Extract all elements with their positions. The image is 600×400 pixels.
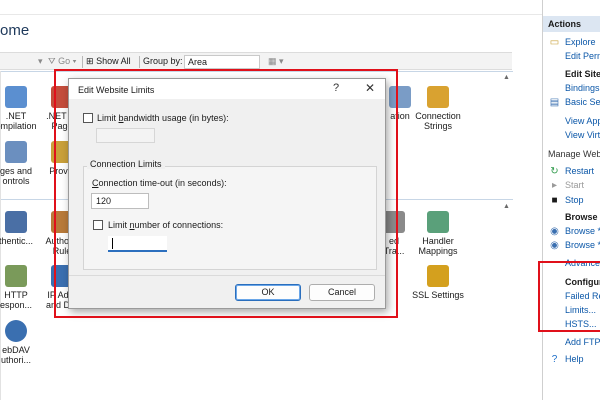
restart-link[interactable]: Restart bbox=[565, 166, 594, 176]
manage-website-header: Manage Webs bbox=[548, 149, 600, 159]
bindings-link[interactable]: Bindings... bbox=[565, 83, 600, 93]
explore-link[interactable]: Explore bbox=[565, 37, 596, 47]
browse-link-1[interactable]: Browse *: bbox=[565, 226, 600, 236]
edit-site-header: Edit Site bbox=[565, 69, 600, 79]
browse-link-2[interactable]: Browse *: bbox=[565, 240, 600, 250]
view-applications-link[interactable]: View App bbox=[565, 116, 600, 126]
actions-header: Actions bbox=[543, 16, 600, 32]
http-response-icon bbox=[5, 265, 27, 287]
feature-tile[interactable]: Handler Mappings bbox=[410, 211, 466, 256]
toolbar-divider bbox=[139, 56, 140, 68]
group-by-label: Group by: bbox=[143, 56, 183, 66]
page-title: ome bbox=[0, 22, 30, 39]
configure-highlight-box bbox=[538, 261, 600, 332]
group-by-select[interactable]: Area bbox=[184, 55, 260, 69]
dialog-highlight-box bbox=[54, 69, 398, 318]
add-ftp-publishing-link[interactable]: Add FTP P bbox=[565, 337, 600, 347]
start-icon: ▸ bbox=[551, 180, 558, 191]
feature-label: Connection Strings bbox=[415, 111, 461, 131]
help-link[interactable]: Help bbox=[565, 354, 584, 364]
collapse-arrow-icon[interactable]: ▲ bbox=[503, 203, 511, 211]
go-dropdown-icon: ▾ bbox=[70, 56, 77, 66]
start-link[interactable]: Start bbox=[565, 180, 584, 190]
show-all-label: Show All bbox=[96, 56, 131, 66]
edit-permissions-link[interactable]: Edit Perm bbox=[565, 51, 600, 61]
handler-mappings-icon bbox=[427, 211, 449, 233]
feature-label: SSL Settings bbox=[412, 290, 464, 300]
feature-label: ebDAV uthori... bbox=[0, 345, 31, 365]
restart-icon: ↻ bbox=[550, 166, 559, 177]
ssl-lock-icon bbox=[427, 265, 449, 287]
pages-controls-icon bbox=[5, 141, 27, 163]
compilation-icon bbox=[5, 86, 27, 108]
actions-pane: Actions ▭ Explore Edit Perm Edit Site Bi… bbox=[542, 0, 600, 400]
folder-icon: ▭ bbox=[549, 37, 560, 48]
stop-icon: ■ bbox=[551, 195, 558, 206]
view-virtual-dirs-link[interactable]: View Virtu bbox=[565, 130, 600, 140]
database-icon bbox=[427, 86, 449, 108]
stop-link[interactable]: Stop bbox=[565, 195, 584, 205]
go-label: Go bbox=[58, 56, 71, 66]
view-mode-icon[interactable]: ▦ ▾ bbox=[268, 56, 284, 67]
feature-label: Handler Mappings bbox=[418, 236, 458, 256]
browse-icon: ◉ bbox=[550, 226, 559, 237]
go-button[interactable]: ⛛ Go ▾ bbox=[48, 56, 76, 67]
show-all-icon: ⊞ bbox=[86, 56, 94, 66]
feature-tile[interactable]: Connection Strings bbox=[410, 86, 466, 131]
webdav-icon bbox=[5, 320, 27, 342]
toolbar-divider bbox=[82, 56, 83, 68]
filter-dropdown-icon[interactable]: ▾ bbox=[38, 56, 43, 67]
authentication-icon bbox=[5, 211, 27, 233]
feature-tile[interactable]: SSL Settings bbox=[404, 265, 472, 300]
show-all-button[interactable]: ⊞ Show All bbox=[86, 56, 131, 67]
funnel-icon: ⛛ bbox=[48, 56, 56, 66]
filter-bar: ▾ ⛛ Go ▾ ⊞ Show All Group by: Area ▦ ▾ bbox=[0, 52, 512, 70]
feature-tile[interactable]: ebDAV uthori... bbox=[0, 320, 44, 365]
browse-website-header: Browse W bbox=[565, 212, 600, 222]
settings-icon: ▤ bbox=[549, 97, 560, 108]
collapse-arrow-icon[interactable]: ▲ bbox=[503, 74, 511, 82]
help-icon: ? bbox=[551, 354, 558, 365]
browse-icon: ◉ bbox=[550, 240, 559, 251]
window-top-strip bbox=[0, 0, 542, 15]
basic-settings-link[interactable]: Basic Setti bbox=[565, 97, 600, 107]
